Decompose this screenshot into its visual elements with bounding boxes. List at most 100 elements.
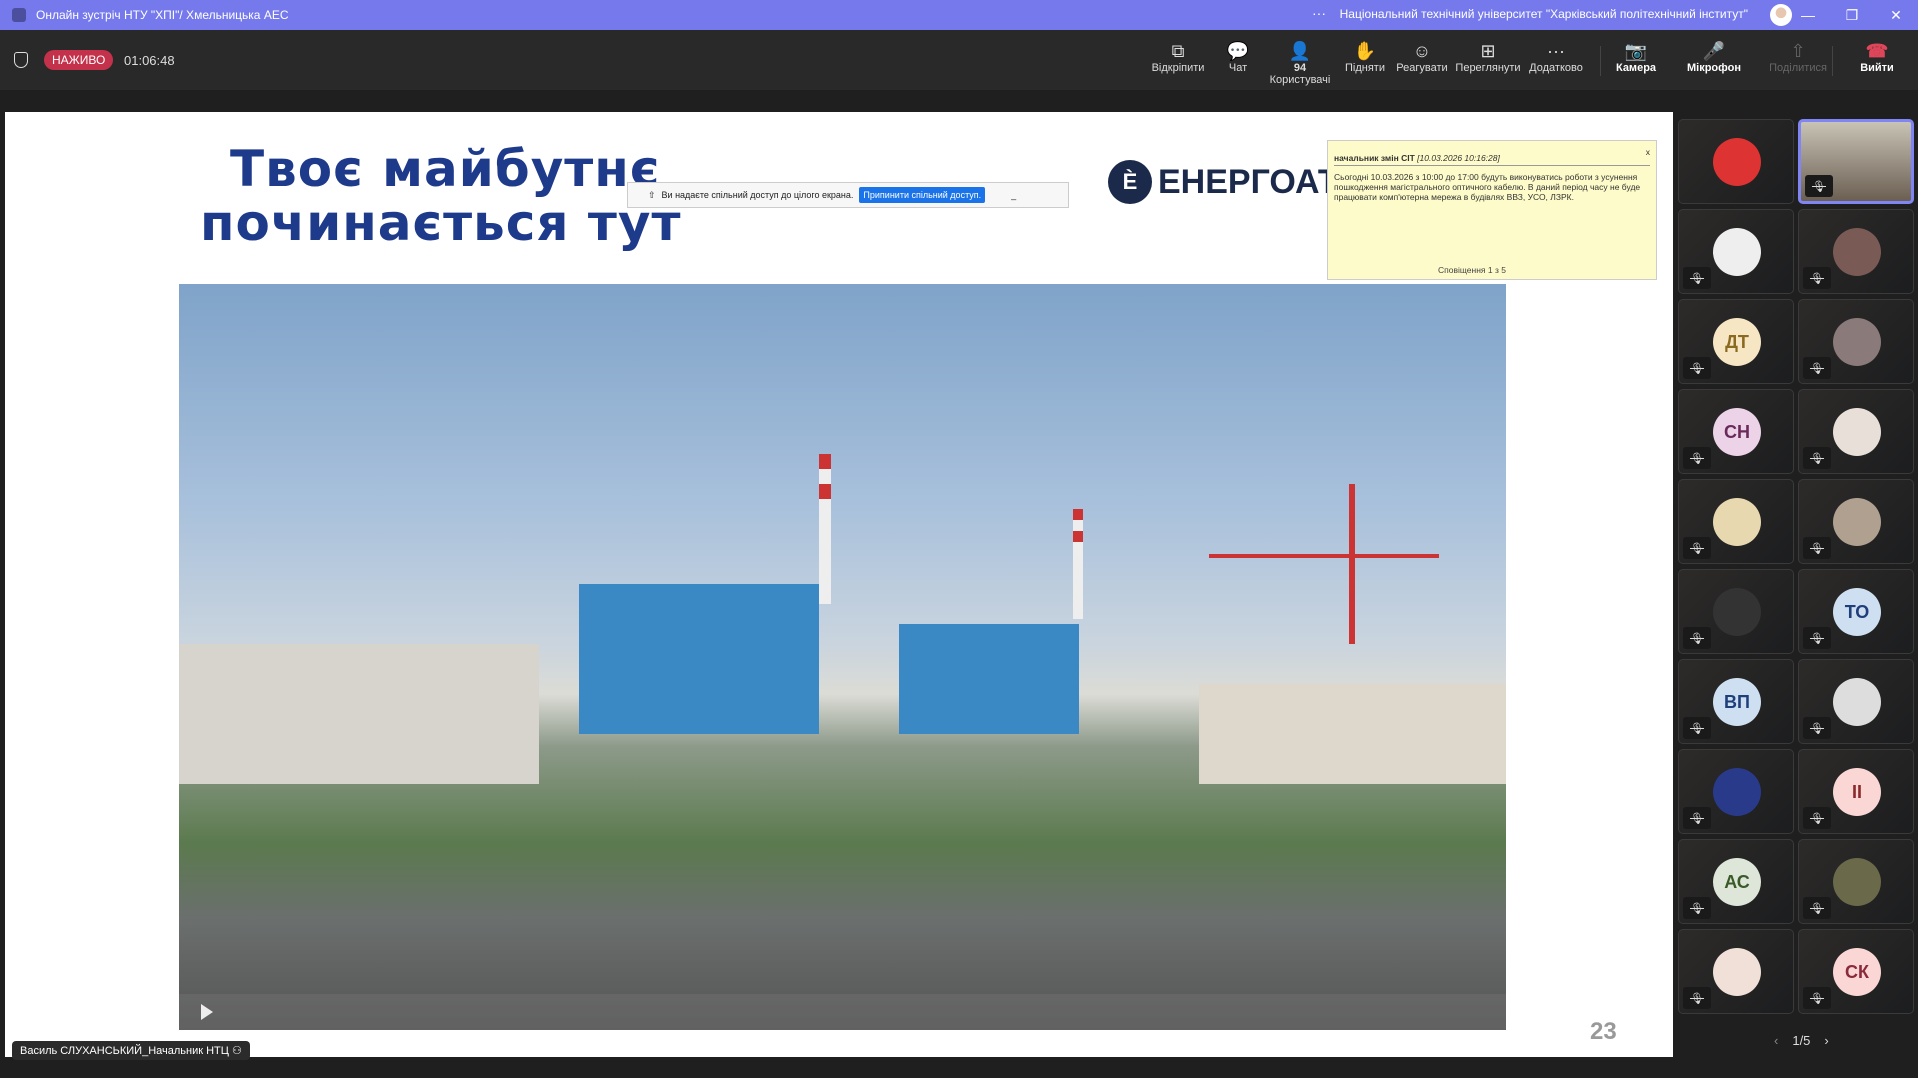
avatar: [1713, 768, 1761, 816]
toolbar-label: Переглянути: [1455, 62, 1521, 74]
toolbar-button-1[interactable]: 💬 Чат: [1227, 40, 1249, 74]
toolbar-label: Вийти: [1860, 62, 1894, 74]
avatar: [1713, 498, 1761, 546]
avatar: [1833, 408, 1881, 456]
mic-off-icon: 🎙: [1803, 447, 1831, 469]
presenter-label: Василь СЛУХАНСЬКИЙ_Начальник НТЦ ⚇: [12, 1041, 250, 1060]
toolbar-icon: 👤: [1288, 41, 1312, 61]
notification-popup: x начальник змін СІТ [10.03.2026 10:16:2…: [1327, 140, 1657, 280]
toolbar-button-5[interactable]: ⊞ Переглянути: [1455, 40, 1520, 74]
mic-off-icon: 🎙: [1803, 357, 1831, 379]
toolbar-button-0[interactable]: ⧉ Відкріпити: [1152, 40, 1205, 74]
mic-off-icon: 🎙: [1803, 627, 1831, 649]
avatar: СК: [1833, 948, 1881, 996]
prev-page-button[interactable]: ‹: [1774, 1033, 1778, 1048]
play-icon[interactable]: [201, 1004, 213, 1020]
participant-tile[interactable]: ДТ 🎙: [1678, 299, 1794, 384]
toolbar-label: Мікрофон: [1686, 62, 1742, 74]
mic-off-icon: 🎙: [1803, 897, 1831, 919]
notification-counter: Сповіщення 1 з 5: [1438, 265, 1506, 275]
avatar: [1713, 948, 1761, 996]
slide-number: 23: [1590, 1018, 1617, 1045]
org-name[interactable]: Національний технічний університет "Харк…: [1340, 7, 1748, 21]
npp-photo: [179, 284, 1506, 1030]
toolbar-icon: 💬: [1226, 41, 1250, 61]
participant-tile[interactable]: 🎙: [1678, 929, 1794, 1014]
toolbar-button-9[interactable]: ⇧ Поділитися: [1769, 40, 1827, 74]
participant-tile[interactable]: [1678, 119, 1794, 204]
participant-tile[interactable]: 🎙: [1798, 209, 1914, 294]
toolbar-button-6[interactable]: ··· Додатково: [1529, 40, 1583, 74]
more-icon[interactable]: ···: [1312, 5, 1326, 21]
toolbar-label: Додатково: [1529, 62, 1583, 74]
sender: начальник змін СІТ: [1334, 153, 1415, 163]
minimize-button[interactable]: —: [1786, 0, 1830, 30]
participant-tile[interactable]: СК 🎙: [1798, 929, 1914, 1014]
close-notification[interactable]: x: [1646, 147, 1650, 157]
title-bar: Онлайн зустріч НТУ "ХПІ"/ Хмельницька АЕ…: [0, 0, 1918, 30]
toolbar-icon: ⊞: [1480, 41, 1496, 61]
live-badge: НАЖИВО: [44, 50, 114, 70]
participant-tile[interactable]: 🎙: [1798, 839, 1914, 924]
mic-off-icon: 🎙: [1803, 987, 1831, 1009]
participants-gallery: 🎙 🎙 🎙 ДТ 🎙 🎙 СН 🎙 🎙 🎙 🎙 🎙 ТО 🎙 ВП 🎙 🎙 🎙 ІІ 🎙 АС 🎙 🎙 🎙 СК 🎙 ‹ 1/5 …: [1678, 112, 1918, 1078]
toolbar-icon: 📷: [1624, 41, 1648, 61]
toolbar-button-10[interactable]: ☎ Вийти: [1860, 40, 1894, 74]
gallery-pager: ‹ 1/5 ›: [1774, 1033, 1829, 1048]
presenter-name: Василь СЛУХАНСЬКИЙ_Начальник НТЦ: [20, 1045, 229, 1057]
avatar: ІІ: [1833, 768, 1881, 816]
toolbar-button-3[interactable]: ✋ Підняти: [1345, 40, 1385, 74]
restore-button[interactable]: ❐: [1830, 0, 1874, 30]
toolbar-label: Реагувати: [1396, 62, 1448, 74]
participant-tile[interactable]: ВП 🎙: [1678, 659, 1794, 744]
avatar: [1833, 228, 1881, 276]
participant-tile[interactable]: 🎙: [1678, 209, 1794, 294]
toolbar-label: Підняти: [1345, 62, 1385, 74]
participant-tile[interactable]: ТО 🎙: [1798, 569, 1914, 654]
notification-body: Сьогодні 10.03.2026 з 10:00 до 17:00 буд…: [1334, 172, 1641, 202]
avatar: [1713, 228, 1761, 276]
toolbar-icon: ⧉: [1171, 41, 1185, 61]
close-button[interactable]: ✕: [1874, 0, 1918, 30]
participant-tile[interactable]: СН 🎙: [1678, 389, 1794, 474]
time: [10.03.2026 10:16:28]: [1417, 153, 1500, 163]
next-page-button[interactable]: ›: [1824, 1033, 1828, 1048]
logo-mark: Ѐ: [1108, 160, 1152, 204]
divider: [1832, 46, 1833, 76]
toolbar-label: Поділитися: [1769, 62, 1827, 74]
minimize-share-bar[interactable]: _: [1011, 190, 1016, 200]
participant-tile[interactable]: 🎙: [1798, 389, 1914, 474]
participant-tile[interactable]: 🎙: [1678, 749, 1794, 834]
participant-tile[interactable]: ІІ 🎙: [1798, 749, 1914, 834]
toolbar-button-4[interactable]: ☺ Реагувати: [1396, 40, 1447, 74]
mic-off-icon: 🎙: [1683, 807, 1711, 829]
avatar: ДТ: [1713, 318, 1761, 366]
toolbar-button-2[interactable]: 👤 94 Користувачі: [1270, 40, 1331, 86]
meeting-title: Онлайн зустріч НТУ "ХПІ"/ Хмельницька АЕ…: [36, 8, 289, 22]
avatar: [1833, 318, 1881, 366]
mic-off-icon: 🎙: [1683, 447, 1711, 469]
participant-tile[interactable]: 🎙: [1798, 659, 1914, 744]
participant-tile[interactable]: АС 🎙: [1678, 839, 1794, 924]
divider: [1600, 46, 1601, 76]
participant-tile[interactable]: 🎙: [1678, 479, 1794, 564]
participant-tile[interactable]: 🎙: [1798, 119, 1914, 204]
stop-sharing-button[interactable]: Припинити спільний доступ.: [859, 187, 986, 203]
toolbar-button-8[interactable]: 🎤 Мікрофон: [1687, 40, 1741, 74]
mic-off-icon: 🎙: [1803, 717, 1831, 739]
participant-tile[interactable]: 🎙: [1798, 479, 1914, 564]
screen-share-bar: ⇧ Ви надаєте спільний доступ до цілого е…: [627, 182, 1069, 208]
shield-icon[interactable]: [14, 52, 28, 68]
notification-header: начальник змін СІТ [10.03.2026 10:16:28]: [1334, 153, 1650, 166]
presenter-icon: ⚇: [231, 1045, 242, 1057]
avatar: ТО: [1833, 588, 1881, 636]
mic-off-icon: 🎙: [1683, 897, 1711, 919]
toolbar-label: Чат: [1228, 62, 1248, 74]
meeting-timer: 01:06:48: [124, 53, 175, 68]
participant-tile[interactable]: 🎙: [1798, 299, 1914, 384]
toolbar-label: Відкріпити: [1151, 62, 1205, 74]
toolbar-label: Камера: [1615, 62, 1657, 74]
participant-tile[interactable]: 🎙: [1678, 569, 1794, 654]
toolbar-button-7[interactable]: 📷 Камера: [1616, 40, 1656, 74]
avatar: [1713, 138, 1761, 186]
